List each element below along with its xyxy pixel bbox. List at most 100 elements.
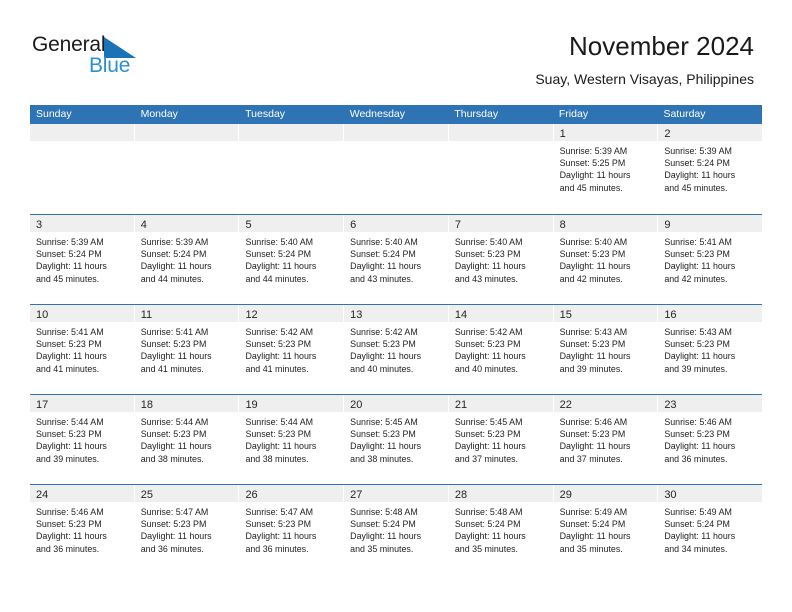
- day-cell-body: Sunrise: 5:39 AM Sunset: 5:24 PM Daylight:…: [658, 141, 762, 194]
- page-title: November 2024: [569, 31, 754, 61]
- daylight-text-line1: Daylight: 11 hours: [559, 170, 631, 181]
- sunrise-text: Sunrise: 5:41 AM: [36, 327, 104, 337]
- sunset-text: Sunset: 5:24 PM: [664, 158, 730, 169]
- day-cell-body: Sunrise: 5:43 AM Sunset: 5:23 PM Daylight:…: [658, 322, 762, 375]
- day-number-band: 17: [30, 395, 134, 412]
- dow-saturday: Saturday: [663, 108, 706, 120]
- calendar-day-cell[interactable]: 5 Sunrise: 5:40 AM Sunset: 5:24 PM Daylight…: [239, 215, 344, 304]
- calendar-day-cell[interactable]: 3 Sunrise: 5:39 AM Sunset: 5:24 PM Daylight…: [30, 215, 134, 304]
- calendar-day-cell[interactable]: 16 Sunrise: 5:43 AM Sunset: 5:23 PM Dayligh…: [658, 305, 763, 394]
- dow-wednesday: Wednesday: [349, 108, 405, 120]
- calendar-day-cell[interactable]: 7 Sunrise: 5:40 AM Sunset: 5:23 PM Daylight…: [448, 215, 553, 304]
- day-number: 24: [36, 489, 49, 501]
- calendar-day-cell[interactable]: 9 Sunrise: 5:41 AM Sunset: 5:23 PM Daylight…: [658, 215, 763, 304]
- daylight-text-line1: Daylight: 11 hours: [245, 261, 317, 272]
- calendar-day-cell[interactable]: 15 Sunrise: 5:43 AM Sunset: 5:23 PM Dayligh…: [553, 305, 658, 394]
- daylight-text-line1: Daylight: 11 hours: [454, 441, 526, 452]
- daylight-text-line2: and 38 minutes.: [350, 453, 414, 464]
- day-number: 4: [140, 219, 147, 231]
- day-cell-body: Sunrise: 5:39 AM Sunset: 5:25 PM Daylight:…: [554, 141, 658, 194]
- day-cell-body: Sunrise: 5:49 AM Sunset: 5:24 PM Daylight:…: [554, 502, 658, 555]
- daylight-text-line2: and 36 minutes.: [664, 453, 728, 464]
- sunset-text: Sunset: 5:24 PM: [350, 519, 416, 530]
- day-cell-body: Sunrise: 5:40 AM Sunset: 5:23 PM Daylight:…: [554, 232, 658, 285]
- daylight-text-line1: Daylight: 11 hours: [350, 351, 422, 362]
- day-cell-body: Sunrise: 5:44 AM Sunset: 5:23 PM Daylight:…: [30, 412, 134, 465]
- daylight-text-line1: Daylight: 11 hours: [36, 261, 107, 272]
- day-cell-body: Sunrise: 5:47 AM Sunset: 5:23 PM Daylight:…: [239, 502, 343, 555]
- daylight-text-line1: Daylight: 11 hours: [559, 261, 631, 272]
- day-number-band: [30, 124, 134, 141]
- sunset-text: Sunset: 5:23 PM: [245, 429, 312, 440]
- daylight-text-line2: and 39 minutes.: [664, 363, 728, 374]
- calendar-day-cell[interactable]: 17 Sunrise: 5:44 AM Sunset: 5:23 PM Dayligh…: [30, 395, 134, 484]
- calendar-day-cell[interactable]: 24 Sunrise: 5:46 AM Sunset: 5:23 PM Dayligh…: [30, 485, 134, 574]
- day-of-week-header: Sunday Monday Tuesday Wednesday Thursday…: [30, 105, 762, 124]
- calendar-day-cell[interactable]: 27 Sunrise: 5:48 AM Sunset: 5:24 PM Dayligh…: [344, 485, 448, 574]
- daylight-text-line2: and 45 minutes.: [664, 182, 728, 193]
- day-number: 28: [454, 489, 468, 501]
- sunrise-text: Sunrise: 5:48 AM: [454, 507, 523, 517]
- sunset-text: Sunset: 5:24 PM: [664, 519, 730, 530]
- calendar-day-cell[interactable]: 30 Sunrise: 5:49 AM Sunset: 5:24 PM Dayligh…: [658, 485, 763, 574]
- daylight-text-line2: and 35 minutes.: [559, 543, 623, 554]
- day-number-band: 3: [30, 215, 134, 232]
- dow-tuesday: Tuesday: [245, 108, 286, 120]
- calendar-day-cell[interactable]: 14 Sunrise: 5:42 AM Sunset: 5:23 PM Dayligh…: [448, 305, 553, 394]
- calendar-day-cell[interactable]: 19 Sunrise: 5:44 AM Sunset: 5:23 PM Dayligh…: [239, 395, 344, 484]
- calendar-day-cell[interactable]: 23 Sunrise: 5:46 AM Sunset: 5:23 PM Dayligh…: [658, 395, 763, 484]
- daylight-text-line2: and 43 minutes.: [454, 273, 519, 284]
- sunrise-text: Sunrise: 5:40 AM: [454, 237, 523, 247]
- calendar-day-cell[interactable]: 2 Sunrise: 5:39 AM Sunset: 5:24 PM Daylight…: [658, 124, 763, 214]
- calendar-day-cell[interactable]: 12 Sunrise: 5:42 AM Sunset: 5:23 PM Dayligh…: [239, 305, 344, 394]
- day-number: 6: [350, 219, 357, 231]
- calendar-day-cell[interactable]: 25 Sunrise: 5:47 AM Sunset: 5:23 PM Dayligh…: [134, 485, 239, 574]
- sunset-text: Sunset: 5:23 PM: [36, 519, 102, 530]
- day-number-band: 23: [658, 395, 763, 412]
- sunset-text: Sunset: 5:24 PM: [350, 249, 416, 260]
- day-number: 30: [664, 489, 677, 501]
- calendar-day-cell[interactable]: 13 Sunrise: 5:42 AM Sunset: 5:23 PM Dayligh…: [344, 305, 448, 394]
- daylight-text-line1: Daylight: 11 hours: [664, 261, 736, 272]
- calendar-day-cell[interactable]: 21 Sunrise: 5:45 AM Sunset: 5:23 PM Dayligh…: [448, 395, 553, 484]
- title-block: November 2024 Suay, Western Visayas, Phi…: [535, 30, 754, 88]
- sunset-text: Sunset: 5:23 PM: [454, 429, 521, 440]
- calendar-day-cell[interactable]: 28 Sunrise: 5:48 AM Sunset: 5:24 PM Dayligh…: [448, 485, 553, 574]
- calendar-day-cell[interactable]: 8 Sunrise: 5:40 AM Sunset: 5:23 PM Daylight…: [553, 215, 658, 304]
- sunset-text: Sunset: 5:23 PM: [140, 429, 207, 440]
- sunset-text: Sunset: 5:23 PM: [245, 519, 312, 530]
- calendar-day-cell[interactable]: 26 Sunrise: 5:47 AM Sunset: 5:23 PM Dayligh…: [239, 485, 344, 574]
- daylight-text-line2: and 44 minutes.: [140, 273, 204, 284]
- daylight-text-line1: Daylight: 11 hours: [454, 351, 526, 362]
- calendar-day-cell[interactable]: 11 Sunrise: 5:41 AM Sunset: 5:23 PM Dayligh…: [134, 305, 239, 394]
- day-number: 16: [664, 309, 677, 321]
- sunrise-text: Sunrise: 5:49 AM: [559, 507, 628, 517]
- calendar-day-cell[interactable]: 6 Sunrise: 5:40 AM Sunset: 5:24 PM Daylight…: [344, 215, 448, 304]
- day-number: 29: [559, 489, 572, 501]
- daylight-text-line2: and 42 minutes.: [559, 273, 623, 284]
- calendar-day-cell[interactable]: 1 Sunrise: 5:39 AM Sunset: 5:25 PM Daylight…: [553, 124, 658, 214]
- daylight-text-line1: Daylight: 11 hours: [559, 351, 631, 362]
- calendar-day-cell[interactable]: 29 Sunrise: 5:49 AM Sunset: 5:24 PM Dayligh…: [553, 485, 658, 574]
- generalblue-logo[interactable]: General Blue: [32, 33, 167, 81]
- calendar-day-cell[interactable]: 18 Sunrise: 5:44 AM Sunset: 5:23 PM Dayligh…: [134, 395, 239, 484]
- calendar-day-cell[interactable]: 4 Sunrise: 5:39 AM Sunset: 5:24 PM Daylight…: [134, 215, 239, 304]
- day-number-band: 25: [134, 485, 239, 502]
- calendar-week-row: 3 Sunrise: 5:39 AM Sunset: 5:24 PM Daylight…: [30, 214, 763, 304]
- calendar-day-cell[interactable]: 10 Sunrise: 5:41 AM Sunset: 5:23 PM Dayligh…: [30, 305, 134, 394]
- day-number-band: 22: [553, 395, 658, 412]
- calendar-week-row: 17 Sunrise: 5:44 AM Sunset: 5:23 PM Dayligh…: [30, 394, 763, 484]
- daylight-text-line1: Daylight: 11 hours: [140, 531, 212, 542]
- daylight-text-line2: and 37 minutes.: [454, 453, 519, 464]
- day-number: 3: [36, 219, 43, 231]
- daylight-text-line1: Daylight: 11 hours: [36, 351, 107, 362]
- calendar-day-cell[interactable]: 20 Sunrise: 5:45 AM Sunset: 5:23 PM Dayligh…: [344, 395, 448, 484]
- sunrise-text: Sunrise: 5:48 AM: [350, 507, 418, 517]
- daylight-text-line2: and 40 minutes.: [350, 363, 414, 374]
- day-cell-body: Sunrise: 5:48 AM Sunset: 5:24 PM Daylight:…: [449, 502, 553, 555]
- calendar-day-cell[interactable]: 22 Sunrise: 5:46 AM Sunset: 5:23 PM Dayligh…: [553, 395, 658, 484]
- day-number: 10: [36, 309, 49, 321]
- logo-text-blue: Blue: [89, 54, 131, 77]
- sunset-text: Sunset: 5:23 PM: [350, 339, 416, 350]
- day-number-band: [134, 124, 239, 141]
